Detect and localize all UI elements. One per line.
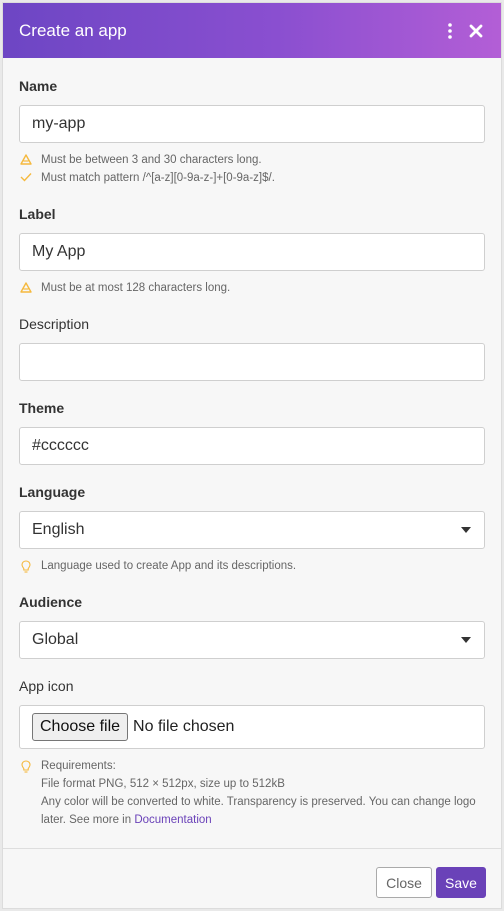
language-select[interactable]: English — [19, 511, 485, 549]
chevron-down-icon — [461, 637, 471, 643]
description-label: Description — [19, 316, 90, 332]
warning-icon — [19, 151, 32, 165]
name-hint-length-text: Must be between 3 and 30 characters long… — [41, 154, 262, 166]
requirements-format: File format PNG, 512 × 512px, size up to… — [41, 778, 285, 790]
audience-label: Audience — [19, 594, 83, 610]
save-button[interactable]: Save — [436, 867, 486, 898]
create-app-dialog: Create an app Name my-app Must be betwee… — [2, 2, 502, 909]
app-icon-file-input: Choose file No file chosen — [19, 705, 485, 749]
close-icon[interactable] — [467, 20, 485, 42]
requirements-color-text: Any color will be converted to white. Tr… — [41, 796, 476, 826]
language-label: Language — [19, 484, 86, 500]
dialog-body: Name my-app Must be between 3 and 30 cha… — [3, 58, 501, 829]
dialog-title: Create an app — [19, 20, 127, 40]
requirements-text: Requirements: File format PNG, 512 × 512… — [41, 757, 485, 829]
label-hint-length-text: Must be at most 128 characters long. — [41, 282, 231, 294]
requirements-title: Requirements: — [41, 760, 116, 772]
documentation-link[interactable]: Documentation — [134, 814, 211, 826]
dialog-footer: Close Save — [3, 848, 501, 908]
audience-select[interactable]: Global — [19, 621, 485, 659]
theme-label: Theme — [19, 400, 65, 416]
name-input[interactable]: my-app — [19, 105, 485, 143]
name-label: Name — [19, 78, 58, 94]
requirements-color: Any color will be converted to white. Tr… — [41, 793, 485, 829]
label-input-value: My App — [32, 243, 86, 260]
warning-icon — [19, 279, 32, 293]
language-hint: Language used to create App and its desc… — [19, 557, 485, 575]
check-icon — [19, 169, 32, 182]
choose-file-button[interactable]: Choose file — [32, 713, 129, 741]
close-button[interactable]: Close — [376, 867, 432, 898]
label-label: Label — [19, 206, 56, 222]
lightbulb-icon — [19, 557, 32, 574]
name-hint-pattern-text: Must match pattern /^[a-z][0-9a-z-]+[0-9… — [41, 172, 275, 184]
theme-input-value: #cccccc — [32, 437, 89, 454]
label-hint-length: Must be at most 128 characters long. — [19, 279, 485, 297]
more-vertical-icon[interactable] — [441, 20, 459, 42]
theme-input[interactable]: #cccccc — [19, 427, 485, 465]
app-icon-label: App icon — [19, 678, 74, 694]
description-input[interactable] — [19, 343, 485, 381]
file-status-text: No file chosen — [133, 718, 235, 735]
chevron-down-icon — [461, 527, 471, 533]
language-hint-text: Language used to create App and its desc… — [41, 560, 297, 572]
label-input[interactable]: My App — [19, 233, 485, 271]
lightbulb-icon — [19, 757, 32, 774]
app-icon-requirements: Requirements: File format PNG, 512 × 512… — [19, 757, 485, 829]
language-select-value: English — [32, 521, 85, 538]
audience-select-value: Global — [32, 631, 79, 648]
dialog-header: Create an app — [3, 3, 501, 58]
name-hint-length: Must be between 3 and 30 characters long… — [19, 151, 485, 169]
name-input-value: my-app — [32, 115, 86, 132]
name-hint-pattern: Must match pattern /^[a-z][0-9a-z-]+[0-9… — [19, 169, 485, 187]
